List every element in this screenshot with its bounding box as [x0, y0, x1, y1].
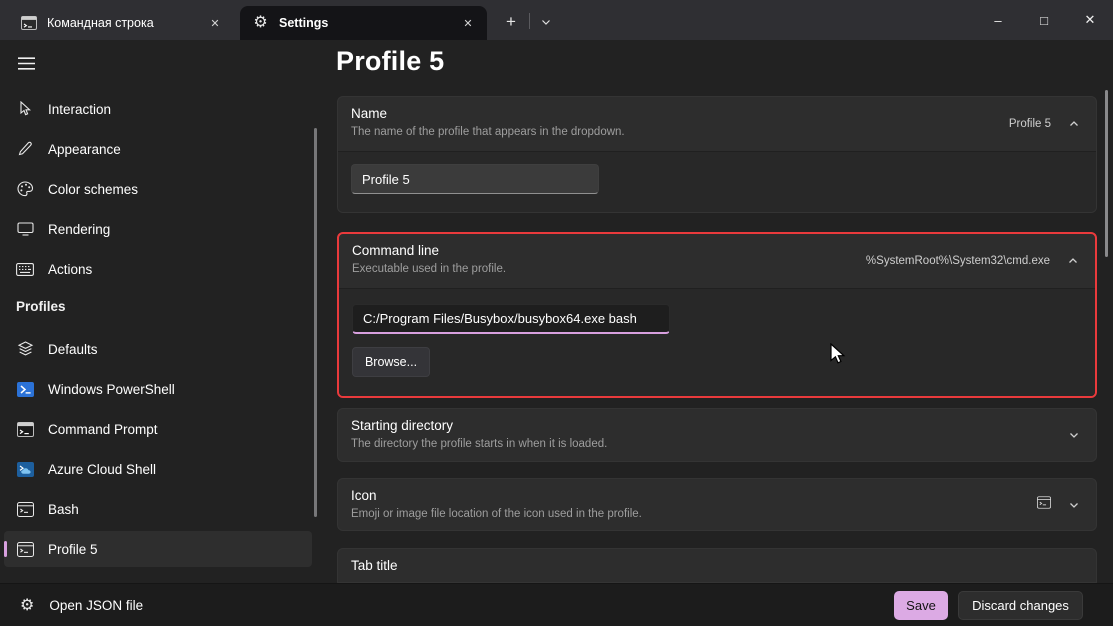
- terminal-icon: [16, 540, 34, 558]
- gear-icon: ⚙: [20, 598, 34, 614]
- setting-title: Name: [351, 106, 387, 121]
- name-expander-body: [338, 151, 1096, 213]
- sidebar-item-windows-powershell[interactable]: Windows PowerShell: [4, 371, 312, 407]
- selection-accent-bar: [4, 541, 7, 557]
- gear-icon: ⚙: [252, 16, 269, 31]
- command-line-input[interactable]: [352, 304, 670, 334]
- setting-title: Icon: [351, 488, 377, 503]
- setting-title: Starting directory: [351, 418, 453, 433]
- profiles-section-header: Profiles: [16, 299, 66, 314]
- sidebar-item-label: Azure Cloud Shell: [48, 462, 156, 477]
- sidebar-item-label: Bash: [48, 502, 79, 517]
- sidebar-item-actions[interactable]: Actions: [4, 251, 312, 287]
- browse-button[interactable]: Browse...: [352, 347, 430, 377]
- sidebar: Interaction Appearance Color schemes Ren…: [0, 40, 330, 583]
- footer-bar: ⚙ Open JSON file Save Discard changes: [0, 583, 1113, 626]
- setting-description: The directory the profile starts in when…: [351, 438, 607, 450]
- icon-preview: [1037, 496, 1051, 514]
- sidebar-item-label: Windows PowerShell: [48, 382, 175, 397]
- azure-cloud-icon: [16, 460, 34, 478]
- page-title: Profile 5: [336, 46, 444, 77]
- cmd-icon: [20, 16, 37, 31]
- keyboard-icon: [16, 260, 34, 278]
- pen-icon: [16, 140, 34, 158]
- setting-title: Tab title: [351, 558, 398, 573]
- content-scrollbar[interactable]: [1105, 90, 1108, 257]
- command-line-section: Command line Executable used in the prof…: [337, 232, 1097, 398]
- monitor-icon: [16, 220, 34, 238]
- chevron-up-icon: [1067, 255, 1079, 267]
- sidebar-item-label: Actions: [48, 262, 92, 277]
- save-button[interactable]: Save: [894, 591, 948, 620]
- setting-description: Emoji or image file location of the icon…: [351, 508, 642, 520]
- new-tab-button[interactable]: +: [497, 10, 525, 34]
- tab-close-icon[interactable]: ✕: [202, 12, 228, 34]
- sidebar-item-label: Color schemes: [48, 182, 138, 197]
- maximize-button[interactable]: □: [1021, 0, 1067, 40]
- chevron-down-icon: [1068, 499, 1080, 511]
- terminal-icon: [16, 500, 34, 518]
- tab-label: Settings: [279, 16, 455, 30]
- tab-dropdown-button[interactable]: [533, 10, 559, 34]
- cmd-icon: [16, 420, 34, 438]
- sidebar-item-interaction[interactable]: Interaction: [4, 91, 312, 127]
- layers-icon: [16, 340, 34, 358]
- sidebar-item-command-prompt[interactable]: Command Prompt: [4, 411, 312, 447]
- sidebar-item-defaults[interactable]: Defaults: [4, 331, 312, 367]
- discard-changes-button[interactable]: Discard changes: [958, 591, 1083, 620]
- close-button[interactable]: ✕: [1067, 0, 1113, 40]
- setting-description: Executable used in the profile.: [352, 263, 506, 275]
- tabstrip-divider: [529, 13, 530, 29]
- setting-title: Command line: [352, 243, 439, 258]
- sidebar-item-profile-5[interactable]: Profile 5: [4, 531, 312, 567]
- settings-content: Profile 5 Name The name of the profile t…: [330, 40, 1113, 583]
- tab-settings[interactable]: ⚙ Settings ✕: [240, 6, 487, 40]
- sidebar-item-label: Rendering: [48, 222, 110, 237]
- sidebar-scrollbar[interactable]: [314, 128, 317, 517]
- sidebar-item-color-schemes[interactable]: Color schemes: [4, 171, 312, 207]
- minimize-button[interactable]: –: [975, 0, 1021, 40]
- chevron-down-icon: [540, 16, 552, 28]
- starting-directory-section[interactable]: Starting directory The directory the pro…: [337, 408, 1097, 462]
- hamburger-icon: [18, 57, 35, 70]
- powershell-icon: [16, 380, 34, 398]
- open-json-file-button[interactable]: ⚙ Open JSON file: [12, 590, 151, 621]
- chevron-down-icon: [1068, 429, 1080, 441]
- open-json-file-label: Open JSON file: [49, 598, 143, 613]
- sidebar-item-label: Interaction: [48, 102, 111, 117]
- profile-name-input[interactable]: [351, 164, 599, 194]
- sidebar-item-label: Appearance: [48, 142, 121, 157]
- tab-label: Командная строка: [47, 16, 202, 30]
- terminal-settings-window: Командная строка ✕ ⚙ Settings ✕ + – □ ✕: [0, 0, 1113, 626]
- icon-section[interactable]: Icon Emoji or image file location of the…: [337, 478, 1097, 531]
- command-line-expander-header[interactable]: Command line Executable used in the prof…: [339, 234, 1095, 288]
- sidebar-item-bash[interactable]: Bash: [4, 491, 312, 527]
- titlebar: Командная строка ✕ ⚙ Settings ✕ + – □ ✕: [0, 0, 1113, 40]
- sidebar-item-label: Profile 5: [48, 542, 98, 557]
- tab-close-icon[interactable]: ✕: [455, 12, 481, 34]
- sidebar-item-rendering[interactable]: Rendering: [4, 211, 312, 247]
- name-section: Name The name of the profile that appear…: [337, 96, 1097, 213]
- setting-current-value: %SystemRoot%\System32\cmd.exe: [866, 255, 1050, 267]
- hamburger-menu-button[interactable]: [10, 48, 42, 78]
- window-controls: – □ ✕: [975, 0, 1113, 40]
- setting-description: The name of the profile that appears in …: [351, 126, 625, 138]
- sidebar-item-label: Defaults: [48, 342, 98, 357]
- tab-title-section[interactable]: Tab title: [337, 548, 1097, 583]
- name-expander-header[interactable]: Name The name of the profile that appear…: [338, 97, 1096, 151]
- sidebar-item-label: Command Prompt: [48, 422, 158, 437]
- command-line-expander-body: Browse...: [339, 288, 1095, 396]
- sidebar-item-appearance[interactable]: Appearance: [4, 131, 312, 167]
- tab-command-prompt[interactable]: Командная строка ✕: [8, 6, 234, 40]
- body: Interaction Appearance Color schemes Ren…: [0, 40, 1113, 583]
- chevron-up-icon: [1068, 118, 1080, 130]
- setting-current-value: Profile 5: [1009, 118, 1051, 130]
- interaction-icon: [16, 100, 34, 118]
- sidebar-item-azure-cloud-shell[interactable]: Azure Cloud Shell: [4, 451, 312, 487]
- palette-icon: [16, 180, 34, 198]
